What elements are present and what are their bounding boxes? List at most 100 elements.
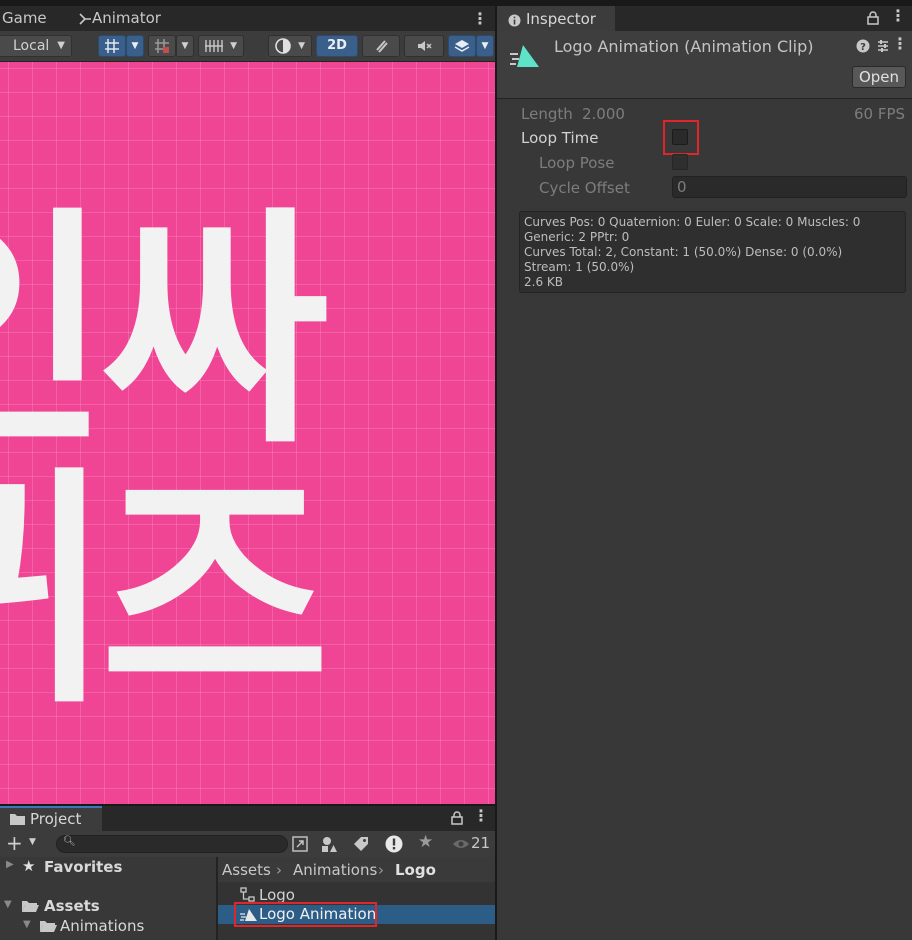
inspector-menu-icon[interactable]: ⋮ [890,6,906,25]
lock-icon[interactable] [451,811,463,825]
selected-item-highlight [234,902,377,927]
scene-tab-bar: Game Animator ⋮ [0,6,495,31]
cycle-offset-field[interactable]: 0 [672,176,907,198]
scene-tab-menu-icon[interactable]: ⋮ [472,6,488,31]
inspector-body: Length 2.000 60 FPS Loop Time Loop Pose … [497,99,912,940]
help-icon[interactable]: ? [856,39,870,53]
grid-visibility-icon [205,40,223,52]
canvas-text-line1: 인싸 [0,186,330,477]
folder-open-icon [22,901,39,912]
search-in-scene-icon[interactable] [291,835,309,853]
chevron-right-icon: › [276,861,282,879]
inspector-header: Logo Animation (Animation Clip) ? ⋮ Open [497,31,912,99]
animator-controller-icon [240,887,255,902]
lighting-icon [376,40,388,53]
grid-snap-icon [105,39,119,53]
scene-viewport[interactable]: 인싸 퀴즈 [0,62,495,804]
svg-text:?: ? [860,42,866,53]
tree-item-animations[interactable]: Animations [60,917,144,935]
clip-info-line: Curves Total: 2, Constant: 1 (50.0%) Den… [524,245,843,259]
open-button[interactable]: Open [852,66,906,88]
folder-open-icon [40,921,57,932]
component-menu-icon[interactable]: ⋮ [892,34,908,53]
project-asset-list: Assets › Animations › Logo Logo Logo Ani… [218,857,495,940]
loop-time-highlight [663,120,699,155]
expand-arrow-icon[interactable]: ▼ [23,919,31,930]
open-button-label: Open [858,68,900,86]
tree-item-favorites[interactable]: Favorites [44,858,122,876]
draw-mode-button[interactable]: ▼ [268,35,312,57]
favorites-star-icon[interactable]: ★ [418,832,433,852]
star-icon: ★ [22,857,36,875]
tree-item-assets[interactable]: Assets [44,897,100,915]
tab-project-label: Project [30,810,82,828]
length-label: Length [521,105,573,123]
canvas-text-line2: 퀴즈 [0,446,330,737]
effects-toggle[interactable] [448,35,476,57]
cycle-offset-label: Cycle Offset [539,179,630,197]
lock-icon[interactable] [867,11,879,25]
search-input[interactable]: 🔍︎ [56,835,288,853]
cycle-offset-value: 0 [677,178,687,196]
loop-pose-label: Loop Pose [539,154,615,172]
lighting-toggle[interactable] [362,35,400,57]
project-toolbar: + ▼ 🔍︎ ★ 21 [0,831,495,858]
loop-time-label: Loop Time [521,129,599,147]
project-folder-tree: ▶ ★ Favorites ▼ Assets ▼ Animations [0,857,218,940]
project-tab-bar: Project ⋮ [0,806,495,831]
project-menu-icon[interactable]: ⋮ [473,806,489,825]
tab-game-label: Game [2,9,47,27]
pivot-space-label: Local [13,38,50,54]
folder-icon [10,814,25,825]
hidden-packages-count: 21 [471,834,491,852]
create-plus-icon[interactable]: + [6,831,23,855]
breadcrumb-animations[interactable]: Animations [293,861,377,879]
mode-2d-label: 2D [327,38,347,53]
grid-snap-dropdown[interactable]: ▼ [126,35,144,57]
layers-icon [454,40,470,52]
shading-sphere-icon [275,38,291,54]
clip-info-line: Stream: 1 (50.0%) [524,260,635,274]
inspector-title: Logo Animation (Animation Clip) [554,37,814,56]
effects-dropdown[interactable]: ▼ [476,35,494,57]
audio-toggle[interactable] [404,35,444,57]
search-icon: 🔍︎ [63,836,76,847]
grid-visibility-button[interactable]: ▼ [198,35,244,57]
expand-arrow-icon[interactable]: ▶ [6,859,14,870]
animation-clip-icon [510,45,539,67]
breadcrumb-assets[interactable]: Assets [222,861,271,879]
chevron-down-icon: ▼ [57,40,65,51]
inspector-tab-bar: Inspector ⋮ [497,6,912,31]
clip-info-line: 2.6 KB [524,275,563,289]
grid-snap-button[interactable] [98,35,126,57]
increment-snap-icon [155,39,169,53]
tab-project[interactable]: Project [0,806,102,831]
chevron-down-icon: ▼ [230,41,237,51]
loop-pose-checkbox[interactable] [672,154,688,170]
filter-by-label-icon[interactable] [353,836,369,852]
clip-info-box: Curves Pos: 0 Quaternion: 0 Euler: 0 Sca… [519,211,906,293]
fps-value: 60 FPS [854,105,906,123]
clip-info-line: Generic: 2 PPtr: 0 [524,230,630,244]
tab-animator[interactable]: Animator [78,6,161,31]
preset-icon[interactable] [876,39,890,53]
chevron-down-icon[interactable]: ▼ [29,837,36,847]
breadcrumb: Assets › Animations › Logo [218,857,495,882]
expand-arrow-icon[interactable]: ▼ [4,899,12,910]
tab-inspector-label: Inspector [526,10,596,28]
info-icon [508,14,521,27]
increment-snap-dropdown[interactable]: ▼ [176,35,194,57]
increment-snap-button[interactable] [148,35,176,57]
chevron-down-icon: ▼ [298,41,305,51]
log-errors-icon[interactable] [385,835,403,853]
audio-muted-icon [418,41,432,51]
breadcrumb-logo[interactable]: Logo [395,861,436,879]
tab-inspector[interactable]: Inspector [497,6,615,31]
eye-icon[interactable] [452,838,470,850]
filter-by-type-icon[interactable] [320,835,338,853]
pivot-space-dropdown[interactable]: Local ▼ [0,35,72,57]
chevron-right-icon: › [378,861,384,879]
mode-2d-toggle[interactable]: 2D [316,35,358,57]
tab-animator-label: Animator [92,9,161,27]
tab-game[interactable]: Game [2,6,47,31]
